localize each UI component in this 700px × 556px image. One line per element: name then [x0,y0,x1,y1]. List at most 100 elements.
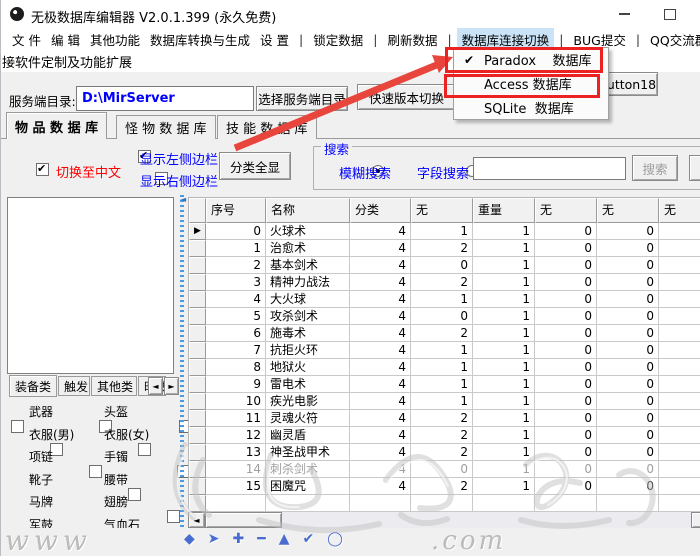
table-row[interactable]: 3 精神力战法 4 2 1 0 0 [189,274,700,291]
table-cell[interactable]: 2 [206,257,266,274]
table-cell[interactable]: 刺杀剑术 [266,461,350,478]
quick-version-switch-button[interactable]: 快速版本切换 [357,84,456,110]
table-cell[interactable]: 0 [535,308,597,325]
table-cell[interactable]: 7 [206,342,266,359]
row-selector[interactable]: ▶ [189,223,206,240]
table-cell[interactable] [659,223,700,240]
menu-item[interactable]: 刷新数据 [382,28,442,51]
table-cell[interactable] [659,495,700,512]
table-cell[interactable] [659,393,700,410]
table-cell[interactable] [597,495,659,512]
table-cell[interactable]: 4 [350,308,411,325]
table-cell[interactable]: 1 [473,325,535,342]
table-cell[interactable]: 0 [597,444,659,461]
classify-show-all-button[interactable]: 分类全显 [219,152,291,180]
table-cell[interactable] [659,240,700,257]
row-selector[interactable] [189,274,206,291]
table-row[interactable]: 12 幽灵盾 4 2 1 0 0 [189,427,700,444]
table-cell[interactable]: 精神力战法 [266,274,350,291]
row-selector[interactable] [189,410,206,427]
column-header[interactable]: 无 [535,198,597,223]
table-cell[interactable]: 4 [350,376,411,393]
table-cell[interactable]: 0 [597,325,659,342]
table-cell[interactable] [659,410,700,427]
table-cell[interactable]: 4 [350,223,411,240]
row-selector[interactable] [189,461,206,478]
table-cell[interactable]: 9 [206,376,266,393]
table-cell[interactable]: 4 [350,274,411,291]
table-cell[interactable]: 11 [206,410,266,427]
table-cell[interactable]: 基本剑术 [266,257,350,274]
table-cell[interactable]: 幽灵盾 [266,427,350,444]
table-cell[interactable] [266,495,350,512]
menu-item[interactable]: QQ交流群 [645,28,700,51]
table-cell[interactable]: 4 [350,427,411,444]
row-selector[interactable] [189,257,206,274]
table-cell[interactable]: 2 [411,478,473,495]
row-selector[interactable] [189,393,206,410]
table-cell[interactable]: 15 [206,478,266,495]
table-row[interactable]: 5 攻杀剑术 4 0 1 0 0 [189,308,700,325]
table-cell[interactable]: 1 [411,223,473,240]
table-row[interactable]: 8 地狱火 4 1 1 0 0 [189,359,700,376]
table-cell[interactable]: 0 [597,461,659,478]
table-cell[interactable]: 1 [411,291,473,308]
table-cell[interactable]: 0 [411,257,473,274]
menu-item[interactable]: 设 置 [255,28,294,51]
table-cell[interactable]: 4 [206,291,266,308]
table-cell[interactable]: 施毒术 [266,325,350,342]
tab-scroll-right-button[interactable]: ► [164,377,179,395]
search-input[interactable] [473,157,626,180]
menu-item[interactable]: 锁定数据 [308,28,368,51]
menu-item[interactable]: 其他功能 [85,28,145,51]
table-cell[interactable]: 火球术 [266,223,350,240]
table-cell[interactable]: 4 [350,359,411,376]
table-cell[interactable]: 0 [597,257,659,274]
choose-server-dir-button[interactable]: 选择服务端目录 [256,86,348,111]
table-cell[interactable] [659,444,700,461]
panel-splitter[interactable] [180,195,184,556]
table-cell[interactable]: 1 [473,376,535,393]
table-cell[interactable]: 0 [597,427,659,444]
row-selector[interactable] [189,325,206,342]
table-cell[interactable]: 攻杀剑术 [266,308,350,325]
table-cell[interactable]: 4 [350,325,411,342]
button18[interactable]: utton18 [605,72,658,96]
table-cell[interactable]: 2 [411,274,473,291]
column-header[interactable]: 无 [597,198,659,223]
table-cell[interactable] [659,461,700,478]
table-cell[interactable]: 0 [535,393,597,410]
table-row[interactable]: ▶ 0 火球术 4 1 1 0 0 [189,223,700,240]
search-button[interactable]: 搜索 [632,155,678,181]
table-row-empty[interactable] [189,495,700,512]
splitter-top-arrow-icon[interactable]: ◄ [180,196,186,204]
table-cell[interactable]: 大火球 [266,291,350,308]
table-cell[interactable]: 4 [350,240,411,257]
menu-item[interactable]: 编 辑 [46,28,85,51]
row-selector[interactable] [189,427,206,444]
table-cell[interactable]: 2 [411,325,473,342]
table-cell[interactable]: 2 [411,444,473,461]
row-selector[interactable] [189,376,206,393]
table-row[interactable]: 9 雷电术 4 1 1 0 0 [189,376,700,393]
table-cell[interactable]: 6 [206,325,266,342]
table-cell[interactable]: 1 [473,478,535,495]
maximize-button[interactable] [647,0,692,28]
row-selector[interactable] [189,308,206,325]
table-cell[interactable]: 1 [411,393,473,410]
filter-checkbox[interactable] [138,443,151,456]
table-cell[interactable] [659,427,700,444]
table-cell[interactable]: 0 [597,291,659,308]
table-cell[interactable]: 1 [473,223,535,240]
table-cell[interactable]: 0 [535,461,597,478]
column-header[interactable]: 分类 [350,198,411,223]
table-cell[interactable]: 3 [206,274,266,291]
db-tab[interactable]: 技 能 数 据 库 [217,115,317,139]
table-cell[interactable]: 4 [350,257,411,274]
table-cell[interactable] [189,495,206,512]
table-cell[interactable]: 2 [411,427,473,444]
table-cell[interactable]: 0 [597,376,659,393]
table-cell[interactable]: 2 [411,240,473,257]
context-menu-item[interactable]: SQLite 数据库 [454,95,608,119]
switch-chinese-checkbox[interactable] [36,162,49,176]
